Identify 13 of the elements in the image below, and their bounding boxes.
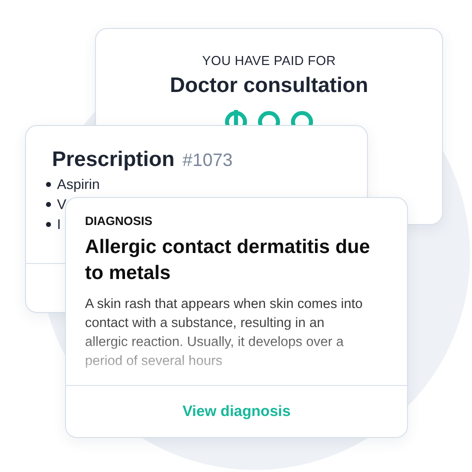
card-title: Doctor consultation [170,74,368,98]
medicine-name: V [57,196,66,212]
bullet-icon [46,182,51,186]
bullet-icon [46,222,51,226]
diagnosis-title: Allergic contact dermatitis due to metals [85,235,371,286]
medicine-name: I [57,216,61,232]
view-diagnosis-button[interactable]: View diagnosis [66,385,407,437]
medicine-name: Aspirin [57,176,100,192]
prescription-number: #1073 [182,150,233,171]
card-title: Prescription [52,148,175,172]
card-eyebrow: YOU HAVE PAID FOR [202,53,336,68]
bullet-icon [46,202,51,206]
card-eyebrow: DIAGNOSIS [85,214,154,228]
